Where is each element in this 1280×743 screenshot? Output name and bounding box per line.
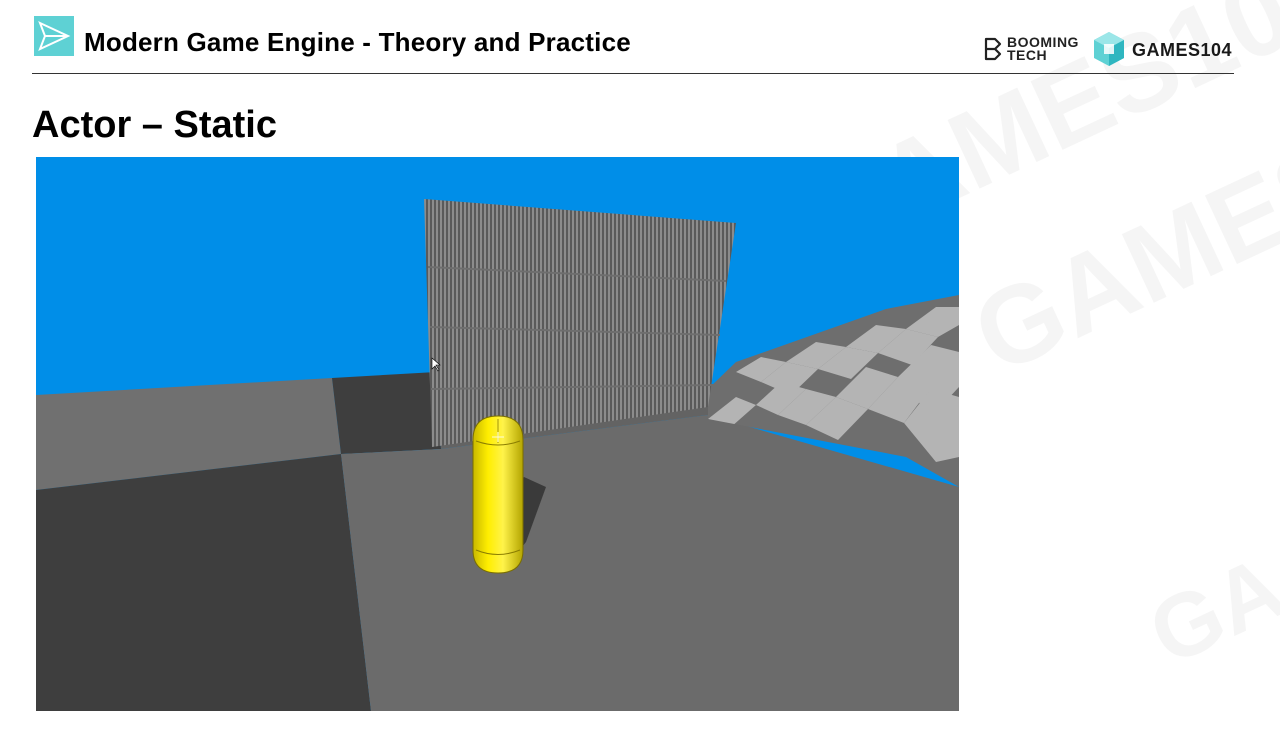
booming-tech-logo: BOOMING TECH: [983, 34, 1093, 68]
watermark-games104: GA: [1135, 536, 1280, 686]
watermark-games104: GAMES1: [955, 88, 1280, 399]
scene-viewport: [36, 157, 959, 711]
slide-title: Actor – Static: [32, 104, 277, 146]
games104-text: GAMES104: [1132, 40, 1233, 60]
paper-plane-icon: [34, 16, 74, 56]
tech-text: TECH: [1007, 47, 1048, 63]
static-actor-capsule: [472, 415, 524, 574]
header-divider: [32, 73, 1234, 74]
games104-logo: GAMES104: [1092, 30, 1242, 70]
course-title: Modern Game Engine - Theory and Practice: [84, 27, 631, 57]
